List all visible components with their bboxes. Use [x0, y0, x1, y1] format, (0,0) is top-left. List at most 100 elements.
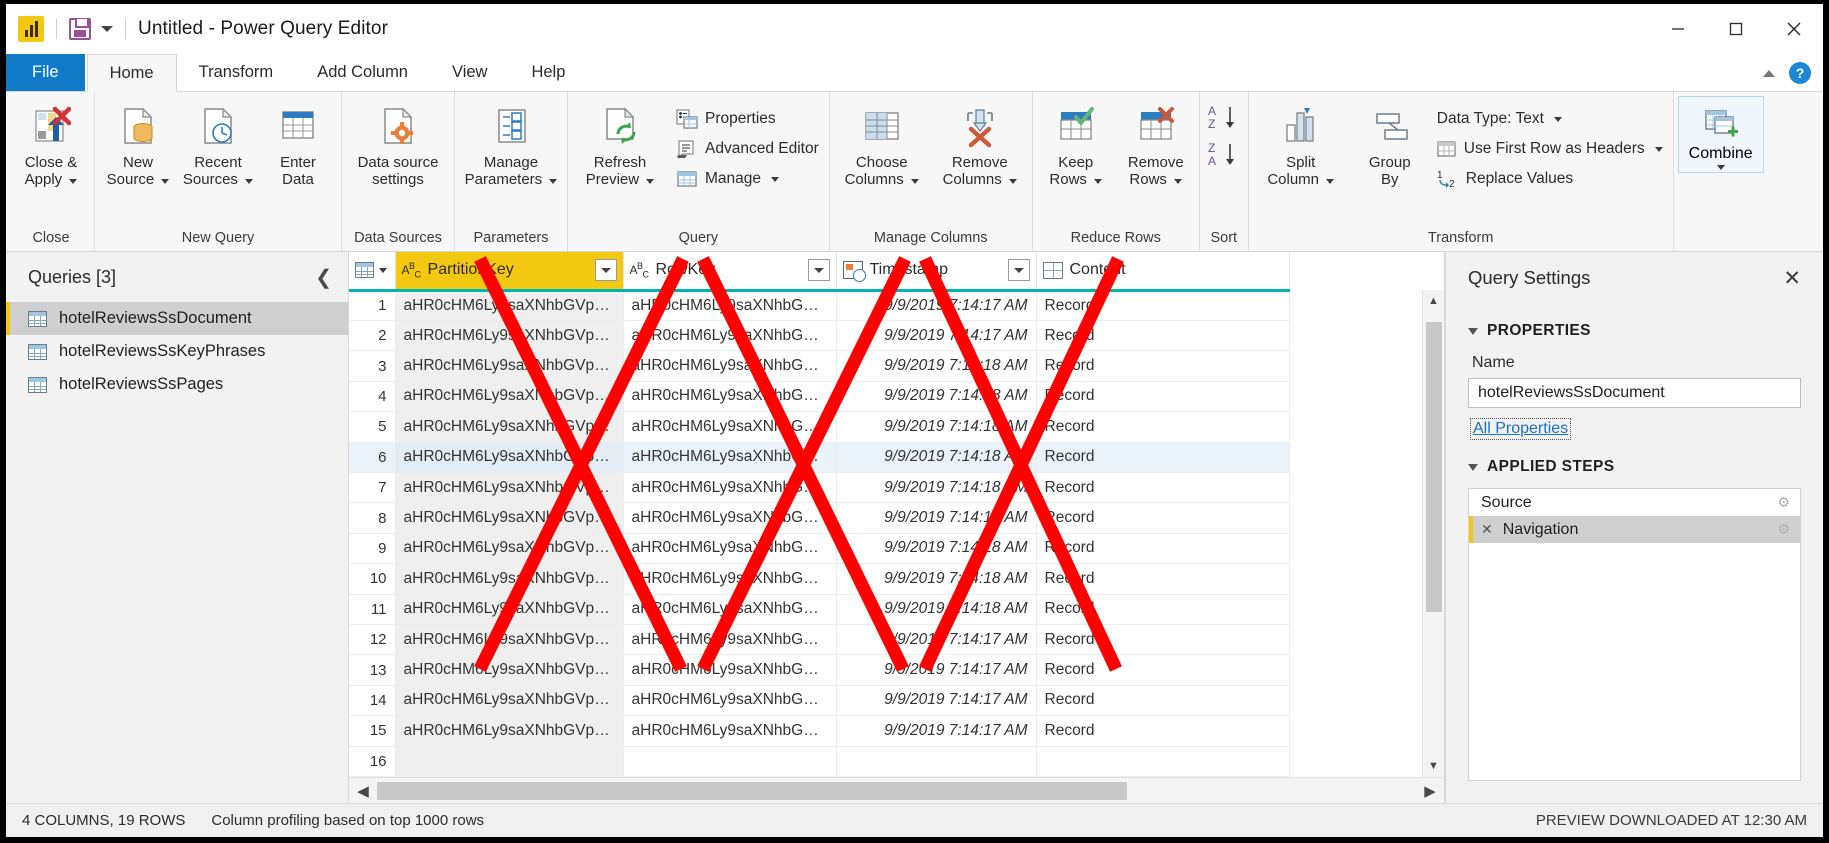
- chevron-down-icon[interactable]: [1654, 146, 1663, 152]
- chevron-down-icon[interactable]: [101, 26, 113, 32]
- table-row[interactable]: 6aHR0cHM6Ly9saXNhbGVpYnNNh...aHR0cHM6Ly9…: [349, 442, 1290, 473]
- cell-rowkey[interactable]: aHR0cHM6Ly9saXNhbGVpYnNNh...: [623, 472, 837, 504]
- cell-partitionkey[interactable]: aHR0cHM6Ly9saXNhbGVpYnNNh...: [395, 472, 624, 504]
- filter-dropdown-icon[interactable]: [807, 259, 830, 282]
- chevron-down-icon[interactable]: [549, 179, 558, 184]
- cell-content[interactable]: Record: [1036, 533, 1290, 565]
- cell-partitionkey[interactable]: aHR0cHM6Ly9saXNhbGVpYnNNh...: [395, 502, 624, 534]
- sort-descending-button[interactable]: Z A: [1204, 139, 1244, 174]
- cell-rowkey[interactable]: aHR0cHM6Ly9saXNhbGVpYnNNh...: [623, 594, 837, 625]
- cell-timestamp[interactable]: 9/9/2019 7:14:18 AM: [836, 350, 1037, 382]
- cell-timestamp[interactable]: 9/9/2019 7:14:18 AM: [836, 442, 1037, 473]
- horizontal-scroll-track[interactable]: [377, 778, 1416, 804]
- cell-rowkey[interactable]: aHR0cHM6Ly9saXNhbGVpYnNNh...: [623, 381, 837, 413]
- scroll-down-arrow-icon[interactable]: ▼: [1423, 755, 1445, 777]
- table-row[interactable]: 9aHR0cHM6Ly9saXNhbGVpYnNNh...aHR0cHM6Ly9…: [349, 533, 1290, 565]
- cell-partitionkey[interactable]: aHR0cHM6Ly9saXNhbGVpYnNNh...: [395, 624, 624, 656]
- table-row[interactable]: 15aHR0cHM6Ly9saXNhbGVpYnNNh...aHR0cHM6Ly…: [349, 715, 1290, 747]
- chevron-down-icon[interactable]: [1094, 179, 1103, 184]
- combine-button[interactable]: Combine: [1677, 96, 1764, 173]
- cell-partitionkey[interactable]: aHR0cHM6Ly9saXNhbGVpYnNNh...: [395, 715, 624, 747]
- sort-ascending-button[interactable]: A Z: [1204, 102, 1244, 137]
- applied-step-source[interactable]: Source ⚙: [1469, 489, 1800, 516]
- applied-step-navigation[interactable]: ✕ Navigation ⚙: [1469, 516, 1800, 543]
- cell-partitionkey[interactable]: [395, 746, 624, 777]
- cell-rowkey[interactable]: aHR0cHM6Ly9saXNhbGVpYnNNh...: [623, 533, 837, 565]
- chevron-down-icon[interactable]: [646, 179, 655, 184]
- cell-content[interactable]: Record: [1036, 442, 1290, 473]
- cell-rowkey[interactable]: aHR0cHM6Ly9saXNhbGVpYnNNh...: [623, 563, 837, 595]
- table-row[interactable]: 4aHR0cHM6Ly9saXNhbGVpYnNNh...aHR0cHM6Ly9…: [349, 381, 1290, 413]
- choose-columns-button[interactable]: Choose Columns: [834, 98, 930, 188]
- table-row[interactable]: 13aHR0cHM6Ly9saXNhbGVpYnNNh...aHR0cHM6Ly…: [349, 654, 1290, 686]
- cell-timestamp[interactable]: 9/9/2019 7:14:17 AM: [836, 685, 1037, 717]
- tab-add-column[interactable]: Add Column: [295, 54, 430, 91]
- data-type-button[interactable]: Data Type: Text: [1431, 104, 1669, 134]
- cell-partitionkey[interactable]: aHR0cHM6Ly9saXNhbGVpYnNNh...: [395, 563, 624, 595]
- sidebar-item-hotelreviewssspages[interactable]: hotelReviewsSsPages: [6, 368, 348, 401]
- horizontal-scroll-thumb[interactable]: [377, 781, 1127, 800]
- cell-timestamp[interactable]: 9/9/2019 7:14:18 AM: [836, 563, 1037, 595]
- sidebar-item-hotelreviewssskeyphrases[interactable]: hotelReviewsSsKeyPhrases: [6, 335, 348, 368]
- cell-content[interactable]: Record: [1036, 685, 1290, 717]
- gear-icon[interactable]: ⚙: [1777, 494, 1790, 511]
- filter-dropdown-icon[interactable]: [594, 259, 617, 282]
- data-source-settings-button[interactable]: Data source settings: [346, 98, 450, 188]
- tab-home[interactable]: Home: [86, 54, 177, 92]
- properties-button[interactable]: Properties: [670, 104, 825, 134]
- all-properties-link[interactable]: All Properties: [1470, 418, 1572, 440]
- table-row[interactable]: 11aHR0cHM6Ly9saXNhbGVpYnNNh...aHR0cHM6Ly…: [349, 594, 1290, 625]
- scroll-up-arrow-icon[interactable]: ▲: [1423, 290, 1445, 312]
- cell-partitionkey[interactable]: aHR0cHM6Ly9saXNhbGVpYnNNh...: [395, 320, 624, 352]
- sidebar-item-hotelreviewsssdocument[interactable]: hotelReviewsSsDocument: [6, 302, 348, 335]
- cell-timestamp[interactable]: 9/9/2019 7:14:18 AM: [836, 533, 1037, 565]
- cell-content[interactable]: Record: [1036, 411, 1290, 443]
- column-header-partitionkey[interactable]: ABC PartitionKey: [395, 252, 624, 292]
- cell-content[interactable]: Record: [1036, 290, 1290, 321]
- chevron-left-icon[interactable]: ❮: [315, 265, 332, 290]
- query-name-input[interactable]: hotelReviewsSsDocument: [1468, 378, 1801, 408]
- cell-partitionkey[interactable]: aHR0cHM6Ly9saXNhbGVpYnNNh...: [395, 350, 624, 382]
- table-row[interactable]: 2aHR0cHM6Ly9saXNhbGVpYnNNh...aHR0cHM6Ly9…: [349, 320, 1290, 352]
- close-icon[interactable]: [1765, 4, 1823, 54]
- chevron-down-icon[interactable]: [161, 179, 170, 184]
- first-row-headers-button[interactable]: Use First Row as Headers: [1431, 134, 1669, 164]
- recent-sources-button[interactable]: Recent Sources: [179, 98, 257, 188]
- cell-partitionkey[interactable]: aHR0cHM6Ly9saXNhbGVpYnNNh...: [395, 381, 624, 413]
- table-row[interactable]: 16: [349, 746, 1290, 777]
- cell-timestamp[interactable]: 9/9/2019 7:14:17 AM: [836, 320, 1037, 352]
- cell-rowkey[interactable]: aHR0cHM6Ly9saXNhbGVpYnNNh...: [623, 715, 837, 747]
- chevron-up-icon[interactable]: [1763, 69, 1775, 77]
- select-all-columns-icon[interactable]: [349, 252, 396, 292]
- manage-parameters-button[interactable]: Manage Parameters: [459, 98, 563, 188]
- replace-values-button[interactable]: 1 2 Replace Values: [1431, 164, 1669, 194]
- table-row[interactable]: 5aHR0cHM6Ly9saXNhbGVpYnNNh...aHR0cHM6Ly9…: [349, 411, 1290, 443]
- maximize-icon[interactable]: [1707, 4, 1765, 54]
- close-icon[interactable]: ✕: [1783, 268, 1801, 289]
- column-header-rowkey[interactable]: ABC RowKey: [623, 252, 837, 292]
- remove-columns-button[interactable]: Remove Columns: [932, 98, 1028, 188]
- cell-rowkey[interactable]: [623, 746, 837, 777]
- cell-content[interactable]: Record: [1036, 563, 1290, 595]
- cell-partitionkey[interactable]: aHR0cHM6Ly9saXNhbGVpYnNNh...: [395, 654, 624, 686]
- cell-content[interactable]: Record: [1036, 715, 1290, 747]
- cell-partitionkey[interactable]: aHR0cHM6Ly9saXNhbGVpYnNNh...: [395, 411, 624, 443]
- cell-timestamp[interactable]: 9/9/2019 7:14:18 AM: [836, 411, 1037, 443]
- help-icon[interactable]: ?: [1789, 62, 1811, 84]
- keep-rows-button[interactable]: Keep Rows: [1037, 98, 1115, 188]
- minimize-icon[interactable]: [1649, 4, 1707, 54]
- cell-timestamp[interactable]: 9/9/2019 7:14:17 AM: [836, 654, 1037, 686]
- filter-dropdown-icon[interactable]: [1007, 259, 1030, 282]
- cell-timestamp[interactable]: 9/9/2019 7:14:18 AM: [836, 594, 1037, 625]
- gear-icon[interactable]: ⚙: [1777, 521, 1790, 538]
- cell-content[interactable]: Record: [1036, 654, 1290, 686]
- cell-content[interactable]: Record: [1036, 381, 1290, 413]
- cell-content[interactable]: Record: [1036, 320, 1290, 352]
- new-source-button[interactable]: New Source: [99, 98, 177, 188]
- cell-partitionkey[interactable]: aHR0cHM6Ly9saXNhbGVpYnNNh...: [395, 685, 624, 717]
- scroll-right-arrow-icon[interactable]: ▶: [1416, 782, 1444, 800]
- cell-timestamp[interactable]: 9/9/2019 7:14:18 AM: [836, 502, 1037, 534]
- tab-view[interactable]: View: [430, 54, 509, 91]
- table-row[interactable]: 3aHR0cHM6Ly9saXNhbGVpYnNNh...aHR0cHM6Ly9…: [349, 350, 1290, 382]
- column-header-content[interactable]: Content: [1036, 252, 1290, 292]
